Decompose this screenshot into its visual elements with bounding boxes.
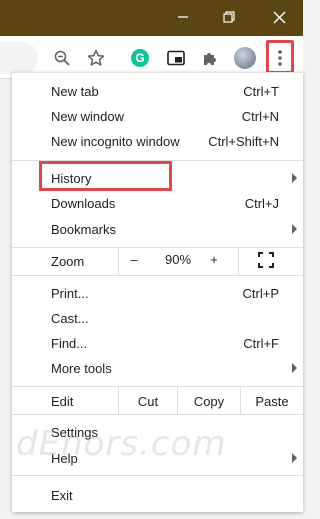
menu-item-label: Help bbox=[51, 450, 78, 466]
zoom-label: Zoom bbox=[51, 254, 85, 269]
menu-separator bbox=[12, 275, 303, 276]
omnibox[interactable] bbox=[0, 42, 38, 74]
menu-item-shortcut: Ctrl+P bbox=[242, 285, 279, 301]
submenu-arrow-icon bbox=[292, 224, 297, 234]
menu-item-label: New window bbox=[51, 108, 124, 124]
menu-item-label: More tools bbox=[51, 360, 112, 376]
menu-item-shortcut: Ctrl+Shift+N bbox=[208, 133, 279, 149]
extensions-button[interactable] bbox=[196, 44, 224, 72]
menu-item-print[interactable]: Print... Ctrl+P bbox=[12, 281, 303, 305]
menu-item-find[interactable]: Find... Ctrl+F bbox=[12, 331, 303, 355]
menu-item-label: Settings bbox=[51, 424, 98, 440]
menu-item-new-window[interactable]: New window Ctrl+N bbox=[12, 104, 303, 128]
cut-label: Cut bbox=[137, 393, 159, 409]
window-titlebar bbox=[0, 0, 303, 36]
close-button[interactable] bbox=[264, 4, 294, 30]
menu-separator bbox=[12, 475, 303, 476]
menu-item-shortcut: Ctrl+N bbox=[241, 108, 279, 124]
edit-label: Edit bbox=[51, 394, 74, 409]
menu-item-label: New incognito window bbox=[51, 133, 180, 149]
minimize-button[interactable] bbox=[168, 4, 198, 30]
minimize-icon bbox=[178, 16, 188, 18]
menu-edit-row: Edit Cut Copy Paste bbox=[12, 387, 303, 415]
submenu-arrow-icon bbox=[292, 173, 297, 183]
menu-item-label: Print... bbox=[51, 285, 89, 301]
menu-item-label: Bookmarks bbox=[51, 221, 117, 237]
divider bbox=[118, 247, 119, 275]
menu-item-label: Exit bbox=[51, 487, 73, 503]
copy-label: Copy bbox=[193, 393, 225, 409]
paste-button[interactable]: Paste bbox=[241, 389, 303, 413]
menu-item-shortcut: Ctrl+J bbox=[244, 195, 279, 211]
zoom-indicator-button[interactable] bbox=[48, 44, 76, 72]
copy-button[interactable]: Copy bbox=[178, 389, 240, 413]
picture-in-picture-button[interactable] bbox=[162, 44, 190, 72]
menu-item-shortcut: Ctrl+T bbox=[243, 83, 279, 99]
bookmark-star-button[interactable] bbox=[82, 44, 110, 72]
menu-item-shortcut: Ctrl+F bbox=[243, 335, 279, 351]
menu-item-label: New tab bbox=[51, 83, 99, 99]
picture-in-picture-icon bbox=[167, 50, 185, 66]
menu-separator bbox=[12, 386, 303, 387]
menu-item-downloads[interactable]: Downloads Ctrl+J bbox=[12, 191, 303, 215]
menu-item-more-tools[interactable]: More tools bbox=[12, 356, 303, 380]
grammarly-icon: G bbox=[131, 49, 149, 67]
zoom-out-button[interactable]: – bbox=[120, 252, 148, 267]
profile-button[interactable] bbox=[231, 44, 259, 72]
extensions-icon bbox=[204, 53, 216, 65]
fullscreen-button[interactable] bbox=[258, 252, 274, 271]
paste-label: Paste bbox=[255, 393, 289, 409]
zoom-in-button[interactable]: + bbox=[202, 252, 226, 267]
menu-item-bookmarks[interactable]: Bookmarks bbox=[12, 217, 303, 241]
profile-avatar bbox=[234, 47, 256, 69]
cut-button[interactable]: Cut bbox=[119, 389, 177, 413]
menu-item-label: Cast... bbox=[51, 310, 89, 326]
zoom-icon bbox=[54, 50, 70, 66]
history-highlight bbox=[39, 161, 172, 191]
menu-zoom-row: Zoom – 90% + bbox=[12, 247, 303, 275]
close-icon bbox=[273, 11, 285, 23]
divider bbox=[238, 247, 239, 275]
menu-button-highlight bbox=[266, 40, 294, 74]
menu-item-cast[interactable]: Cast... bbox=[12, 306, 303, 330]
menu-separator bbox=[12, 247, 303, 248]
submenu-arrow-icon bbox=[292, 363, 297, 373]
menu-item-label: Downloads bbox=[51, 195, 116, 211]
restore-button[interactable] bbox=[214, 4, 244, 30]
submenu-arrow-icon bbox=[292, 453, 297, 463]
fullscreen-icon bbox=[258, 252, 274, 268]
menu-item-new-tab[interactable]: New tab Ctrl+T bbox=[12, 79, 303, 103]
zoom-level-value: 90% bbox=[164, 252, 192, 267]
menu-item-exit[interactable]: Exit bbox=[12, 483, 303, 507]
menu-item-help[interactable]: Help bbox=[12, 446, 303, 470]
restore-icon bbox=[223, 11, 235, 23]
menu-item-settings[interactable]: Settings bbox=[12, 420, 303, 444]
menu-separator bbox=[12, 414, 303, 415]
menu-item-new-incognito-window[interactable]: New incognito window Ctrl+Shift+N bbox=[12, 129, 303, 153]
menu-item-label: Find... bbox=[51, 335, 88, 351]
grammarly-button[interactable]: G bbox=[126, 44, 154, 72]
chrome-main-menu: New tab Ctrl+T New window Ctrl+N New inc… bbox=[12, 72, 303, 512]
star-icon bbox=[87, 49, 105, 66]
